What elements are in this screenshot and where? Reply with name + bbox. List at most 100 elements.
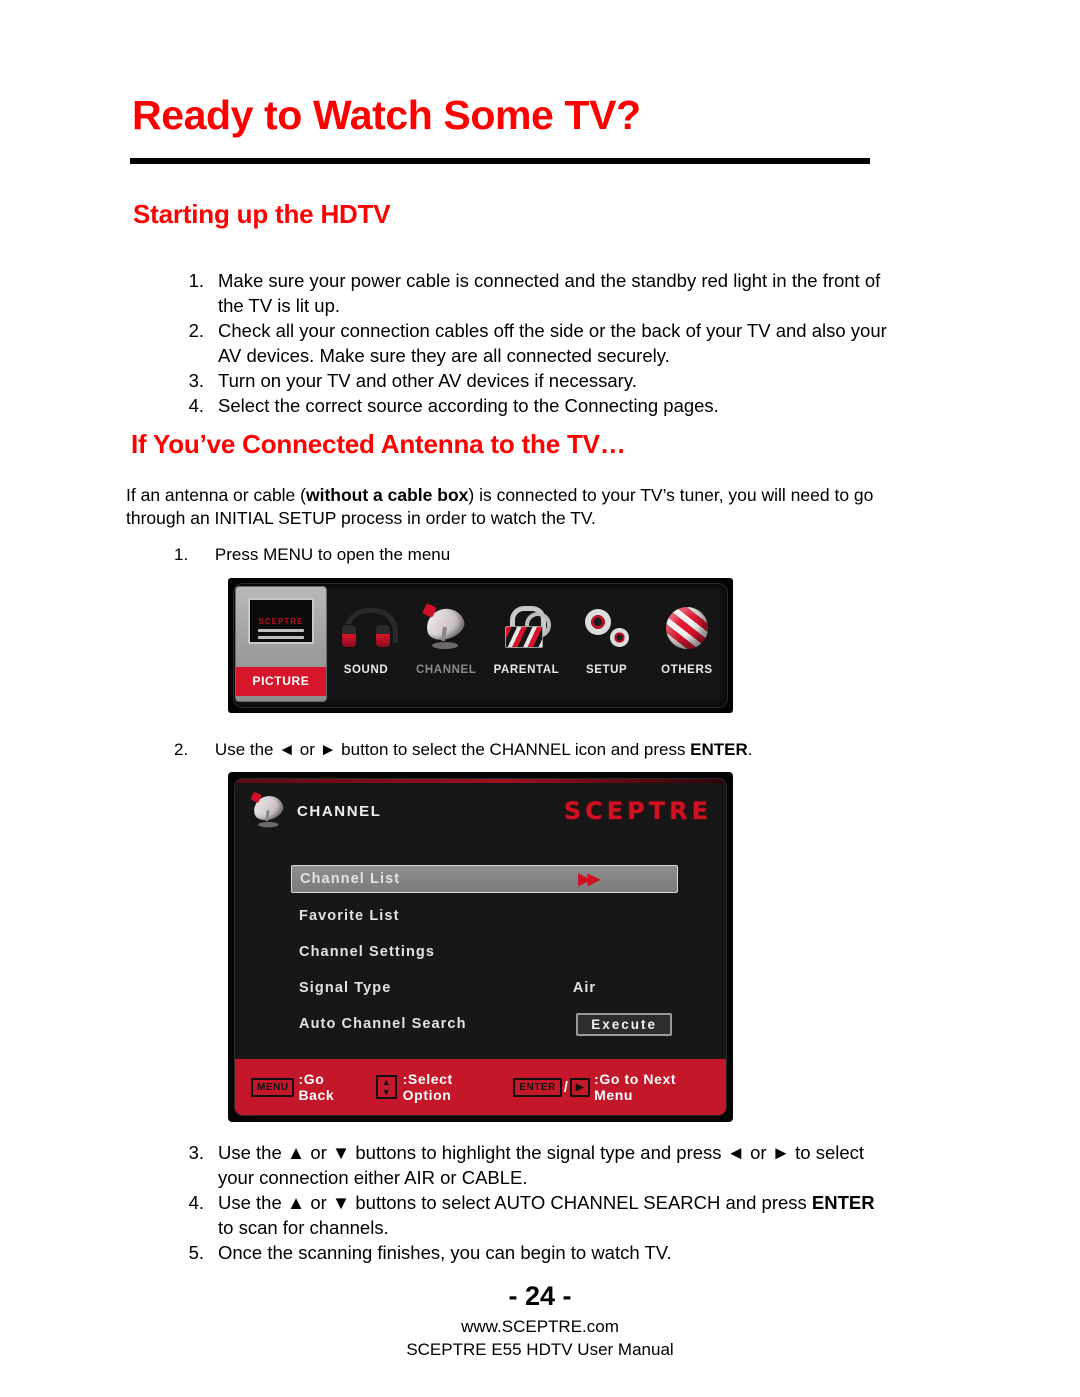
osd-row-auto-channel-search[interactable]: Auto Channel Search Execute xyxy=(299,1011,672,1037)
list-item-text: Once the scanning finishes, you can begi… xyxy=(218,1242,672,1263)
list-item-number: 1. xyxy=(188,270,204,291)
list-item: 5. Once the scanning finishes, you can b… xyxy=(161,1240,891,1265)
list-item-text-suffix: . xyxy=(747,740,753,759)
osd-item-sound[interactable]: SOUND xyxy=(326,584,406,707)
osd-item-label: SOUND xyxy=(343,664,389,676)
list-item-number: 3. xyxy=(188,370,204,391)
osd-channel-header: CHANNEL SCEPTRE xyxy=(249,791,712,831)
padlock-icon xyxy=(488,592,564,664)
osd-item-parental[interactable]: PARENTAL xyxy=(486,584,566,707)
osd-main-menu-panel: SCEPTRE PICTURE SOUND CHANNEL PARENTAL S… xyxy=(233,583,728,708)
osd-footer-hints: MENU :Go Back ▲ ▼ :Select Option ENTER /… xyxy=(235,1059,726,1115)
up-down-key-icon: ▲ ▼ xyxy=(375,1075,397,1099)
gears-icon xyxy=(569,592,645,664)
footer-manual-name: SCEPTRE E55 HDTV User Manual xyxy=(406,1340,674,1359)
antenna-intro-paragraph: If an antenna or cable (without a cable … xyxy=(126,484,886,530)
menu-key-action: :Go Back xyxy=(298,1071,335,1103)
arrow-up-icon: ▲ xyxy=(381,1077,391,1087)
list-item-text: Use the ◄ or ► button to select the CHAN… xyxy=(214,740,691,759)
tv-stand xyxy=(257,625,304,639)
satellite-dish-icon xyxy=(249,791,290,829)
menu-key-icon: MENU xyxy=(251,1077,295,1097)
osd-icon-bar: SCEPTRE PICTURE SOUND CHANNEL PARENTAL S… xyxy=(234,584,727,707)
sceptre-logo: SCEPTRE xyxy=(563,797,712,825)
antenna-step-2: 2. Use the ◄ or ► button to select the C… xyxy=(174,740,753,760)
intro-text-a: If an antenna or cable ( xyxy=(126,485,306,505)
osd-main-menu-figure: SCEPTRE PICTURE SOUND CHANNEL PARENTAL S… xyxy=(228,578,733,713)
enter-key-icon: ENTER xyxy=(513,1077,562,1097)
osd-item-label: CHANNEL xyxy=(416,664,477,676)
list-item-text-bold: ENTER xyxy=(690,740,748,759)
list-item-text: Use the ▲ or ▼ buttons to highlight the … xyxy=(218,1142,865,1188)
osd-item-label: SETUP xyxy=(585,664,628,676)
osd-item-label: PARENTAL xyxy=(493,664,560,676)
list-item-text: Use the ▲ or ▼ buttons to select AUTO CH… xyxy=(218,1192,812,1213)
osd-channel-rows: Channel List ▶▶ Favorite List Channel Se… xyxy=(291,865,678,1037)
osd-item-channel[interactable]: CHANNEL xyxy=(406,584,486,707)
osd-item-picture[interactable]: SCEPTRE PICTURE xyxy=(236,587,326,701)
list-item-text: Make sure your power cable is connected … xyxy=(218,270,881,316)
intro-text-bold: without a cable box xyxy=(305,485,469,505)
osd-row-label: Favorite List xyxy=(299,908,400,924)
section-heading-antenna: If You’ve Connected Antenna to the TV… xyxy=(131,429,626,459)
osd-item-label: PICTURE xyxy=(236,667,326,696)
double-arrow-icon: ▶▶ xyxy=(578,871,600,888)
osd-channel-title: CHANNEL xyxy=(297,802,382,820)
list-item-number: 2. xyxy=(188,320,204,341)
headphones-icon xyxy=(328,592,404,664)
list-item-number: 3. xyxy=(188,1142,204,1163)
osd-row-label: Signal Type xyxy=(299,980,392,996)
up-down-key-action: :Select Option xyxy=(402,1071,453,1103)
list-item-number: 4. xyxy=(188,395,204,416)
list-item-number: 5. xyxy=(188,1242,204,1263)
list-item-text-bold: ENTER xyxy=(811,1192,875,1213)
antenna-steps-tail-list: 3. Use the ▲ or ▼ buttons to highlight t… xyxy=(161,1140,891,1265)
antenna-step-1: 1. Press MENU to open the menu xyxy=(174,545,450,565)
list-item: 3. Turn on your TV and other AV devices … xyxy=(161,368,891,393)
osd-row-label: Channel List xyxy=(300,871,401,887)
tv-monitor-icon: SCEPTRE xyxy=(243,593,319,665)
arrow-down-icon: ▼ xyxy=(381,1087,391,1097)
list-item: 4. Use the ▲ or ▼ buttons to select AUTO… xyxy=(161,1190,891,1240)
osd-channel-menu-panel: CHANNEL SCEPTRE Channel List ▶▶ Favorite… xyxy=(234,778,727,1116)
list-item-number: 4. xyxy=(188,1192,204,1213)
osd-row-label: Auto Channel Search xyxy=(299,1016,467,1032)
list-item-text: Turn on your TV and other AV devices if … xyxy=(218,370,637,391)
list-item: 1. Make sure your power cable is connect… xyxy=(161,268,891,318)
startup-steps-list: 1. Make sure your power cable is connect… xyxy=(161,268,891,418)
list-item-number: 1. xyxy=(174,545,189,564)
list-item: 4. Select the correct source according t… xyxy=(161,393,891,418)
title-divider xyxy=(130,158,870,164)
arrow-right-key-icon: ▶ xyxy=(569,1077,591,1097)
page-number-value: - 24 - xyxy=(508,1281,572,1311)
osd-channel-menu-figure: CHANNEL SCEPTRE Channel List ▶▶ Favorite… xyxy=(228,772,733,1122)
section-heading-startup: Starting up the HDTV xyxy=(133,199,391,229)
list-item: 3. Use the ▲ or ▼ buttons to highlight t… xyxy=(161,1140,891,1190)
osd-item-others[interactable]: OTHERS xyxy=(647,584,727,707)
list-item-text-suffix: to scan for channels. xyxy=(218,1217,389,1238)
osd-row-channel-settings[interactable]: Channel Settings xyxy=(299,939,670,965)
osd-row-label: Channel Settings xyxy=(299,944,436,960)
list-item-number: 2. xyxy=(174,740,189,759)
osd-row-signal-type[interactable]: Signal Type Air xyxy=(299,975,670,1001)
list-item-text: Check all your connection cables off the… xyxy=(218,320,887,366)
osd-item-label: OTHERS xyxy=(661,664,713,676)
manual-page: Ready to Watch Some TV? Starting up the … xyxy=(0,0,1080,1397)
list-item-text: Press MENU to open the menu xyxy=(214,545,451,564)
page-number: - 24 - xyxy=(0,1281,1080,1312)
osd-row-channel-list[interactable]: Channel List ▶▶ xyxy=(291,865,678,893)
page-title: Ready to Watch Some TV? xyxy=(132,92,641,138)
enter-key-action: :Go to Next Menu xyxy=(594,1071,677,1103)
key-separator: / xyxy=(563,1078,568,1096)
satellite-dish-icon xyxy=(408,592,484,664)
footer-website: www.SCEPTRE.com xyxy=(461,1317,619,1336)
list-item: 2. Check all your connection cables off … xyxy=(161,318,891,368)
list-item-text: Select the correct source according to t… xyxy=(218,395,719,416)
execute-button[interactable]: Execute xyxy=(576,1012,672,1036)
osd-item-setup[interactable]: SETUP xyxy=(567,584,647,707)
osd-row-value: Air xyxy=(572,980,596,996)
tv-screen: SCEPTRE xyxy=(247,598,314,644)
osd-top-accent xyxy=(235,779,726,783)
striped-globe-icon xyxy=(649,592,725,664)
osd-row-favorite-list[interactable]: Favorite List xyxy=(299,903,670,929)
